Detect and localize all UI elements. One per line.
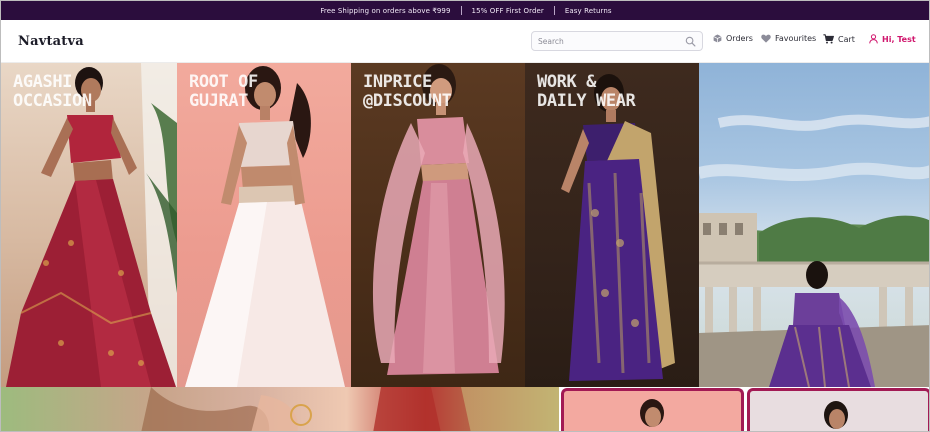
tile-caption-line: WORK & <box>537 72 597 92</box>
tile-caption: INPRICE @DISCOUNT <box>363 73 452 111</box>
cart-label: Cart <box>838 34 855 44</box>
user-greeting: Hi, Test <box>882 34 916 44</box>
tile-caption-line: AGASHI <box>13 72 73 92</box>
category-tile-work-daily-wear[interactable]: WORK & DAILY WEAR <box>525 63 699 387</box>
tile-caption-line: GUJRAT <box>189 91 249 111</box>
user-account-link[interactable]: Hi, Test <box>869 34 916 44</box>
tile-caption-line: INPRICE <box>363 72 432 92</box>
announcement-shipping: Free Shipping on orders above ₹999 <box>320 6 451 15</box>
category-tile-root-of-gujrat[interactable]: ROOT OF GUJRAT <box>177 63 351 387</box>
cart-link[interactable]: Cart <box>823 34 855 44</box>
category-tile-palace-landscape[interactable] <box>699 63 929 387</box>
product-card-model <box>824 401 848 429</box>
banner-image-art <box>141 387 559 431</box>
orders-link[interactable]: Orders <box>713 34 753 43</box>
tile-caption-line: @DISCOUNT <box>363 91 452 111</box>
cart-icon <box>823 34 834 44</box>
announcement-returns: Easy Returns <box>564 6 612 15</box>
product-card-model <box>640 399 664 427</box>
secondary-banner-strip <box>1 387 929 431</box>
announcement-bar: Free Shipping on orders above ₹999 15% O… <box>1 1 929 20</box>
tile-caption-line: OCCASION <box>13 91 92 111</box>
banner-image-jewellery-closeup[interactable] <box>1 387 559 431</box>
tile-caption: AGASHI OCCASION <box>13 73 92 111</box>
tile-image-pink-lehenga <box>372 64 505 375</box>
orders-label: Orders <box>726 34 753 43</box>
site-header: Navtatva Orders Favourites <box>1 20 929 63</box>
favourites-label: Favourites <box>775 34 817 43</box>
page: Free Shipping on orders above ₹999 15% O… <box>0 0 930 432</box>
tile-caption-line: DAILY WEAR <box>537 91 636 111</box>
category-tile-agashi-occasion[interactable]: AGASHI OCCASION <box>1 63 177 387</box>
tile-image-purple-saree <box>561 74 675 381</box>
search-icon[interactable] <box>685 36 696 47</box>
search-input[interactable] <box>532 32 678 50</box>
category-tile-inprice-discount[interactable]: INPRICE @DISCOUNT <box>351 63 525 387</box>
product-card-preview[interactable] <box>747 388 929 431</box>
tile-caption-line: ROOT OF <box>189 72 258 92</box>
tile-caption: ROOT OF GUJRAT <box>189 73 258 111</box>
heart-icon <box>761 34 771 43</box>
user-icon <box>869 34 878 44</box>
orders-box-icon <box>713 34 722 43</box>
search-box[interactable] <box>531 31 703 51</box>
brand-logo[interactable]: Navtatva <box>18 34 84 49</box>
product-card-preview[interactable] <box>561 388 744 431</box>
tile-image-red-lehenga <box>6 63 177 387</box>
announcement-first-order: 15% OFF First Order <box>471 6 544 15</box>
tile-image-white-lehenga <box>185 66 345 387</box>
favourites-link[interactable]: Favourites <box>761 34 816 43</box>
tile-caption: WORK & DAILY WEAR <box>537 72 636 111</box>
hero-category-tiles: AGASHI OCCASION ROOT OF GUJRAT INPRICE @… <box>1 63 929 387</box>
tile-image-palace-scene <box>699 114 929 387</box>
